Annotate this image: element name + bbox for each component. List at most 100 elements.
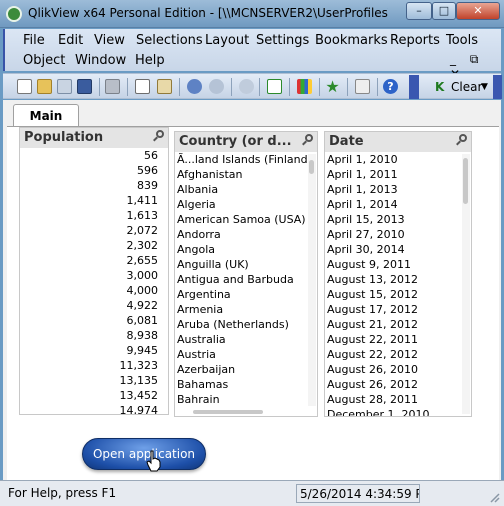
vertical-scrollbar[interactable] xyxy=(308,154,316,406)
list-item[interactable]: April 1, 2014 xyxy=(325,197,461,212)
new-document-icon[interactable] xyxy=(17,79,32,94)
minimize-button[interactable]: – xyxy=(406,2,432,20)
list-item[interactable]: 14,974 xyxy=(20,403,168,414)
list-item[interactable]: August 21, 2012 xyxy=(325,317,461,332)
list-item[interactable]: 3,000 xyxy=(20,268,168,283)
reload-icon[interactable] xyxy=(57,79,72,94)
list-item[interactable]: Angola xyxy=(175,242,307,257)
vertical-scrollbar[interactable] xyxy=(462,154,470,414)
list-item[interactable]: 1,613 xyxy=(20,208,168,223)
maximize-button[interactable]: □ xyxy=(432,2,456,20)
close-button[interactable]: ✕ xyxy=(456,2,500,20)
list-item[interactable]: August 28, 2011 xyxy=(325,392,461,407)
menu-help[interactable]: Help xyxy=(135,53,165,68)
menu-layout[interactable]: Layout xyxy=(205,33,249,48)
list-item[interactable]: Austria xyxy=(175,347,307,362)
list-item[interactable]: Anguilla (UK) xyxy=(175,257,307,272)
chevron-down-icon[interactable]: ▼ xyxy=(481,77,488,97)
list-item[interactable]: 4,922 xyxy=(20,298,168,313)
resize-grip-icon[interactable] xyxy=(488,491,500,503)
menu-settings[interactable]: Settings xyxy=(256,33,309,48)
undo-icon[interactable] xyxy=(187,79,202,94)
list-item[interactable]: April 15, 2013 xyxy=(325,212,461,227)
search-icon[interactable] xyxy=(153,130,165,142)
menu-view[interactable]: View xyxy=(94,33,125,48)
list-item[interactable]: August 17, 2012 xyxy=(325,302,461,317)
list-item[interactable]: Afghanistan xyxy=(175,167,307,182)
list-item[interactable]: December 1, 2010 xyxy=(325,407,461,416)
search-icon[interactable] xyxy=(302,134,314,146)
tab-main[interactable]: Main xyxy=(13,104,79,126)
menu-bookmarks[interactable]: Bookmarks xyxy=(315,33,388,48)
list-item[interactable]: Antigua and Barbuda xyxy=(175,272,307,287)
search-icon[interactable] xyxy=(456,134,468,146)
list-item[interactable]: Ã...land Islands (Finland) xyxy=(175,152,307,167)
print-icon[interactable] xyxy=(105,79,120,94)
save-icon[interactable] xyxy=(77,79,92,94)
menu-file[interactable]: File xyxy=(23,33,45,48)
list-item[interactable]: 9,945 xyxy=(20,343,168,358)
list-item[interactable]: Argentina xyxy=(175,287,307,302)
list-item[interactable]: 596 xyxy=(20,163,168,178)
list-item[interactable]: Bahrain xyxy=(175,392,307,407)
chart-icon[interactable] xyxy=(297,79,312,94)
scrollbar-thumb[interactable] xyxy=(193,410,263,414)
list-item[interactable]: 2,072 xyxy=(20,223,168,238)
country-listbox[interactable]: Country (or d... Ã...land Islands (Finla… xyxy=(174,131,318,417)
list-item[interactable]: April 30, 2014 xyxy=(325,242,461,257)
list-item[interactable]: 8,938 xyxy=(20,328,168,343)
menu-reports[interactable]: Reports xyxy=(390,33,440,48)
toolbar-grip-handle-right[interactable] xyxy=(493,75,502,99)
list-item[interactable]: Azerbaijan xyxy=(175,362,307,377)
list-item[interactable]: August 22, 2012 xyxy=(325,347,461,362)
redo-icon[interactable] xyxy=(209,79,224,94)
menu-selections[interactable]: Selections xyxy=(136,33,203,48)
menu-window[interactable]: Window xyxy=(75,53,126,68)
menu-object[interactable]: Object xyxy=(23,53,65,68)
list-item[interactable]: 6,081 xyxy=(20,313,168,328)
list-item[interactable]: 1,411 xyxy=(20,193,168,208)
help-icon[interactable]: ? xyxy=(383,79,398,94)
list-item[interactable]: 56 xyxy=(20,148,168,163)
list-item[interactable]: August 22, 2011 xyxy=(325,332,461,347)
search-icon[interactable] xyxy=(239,79,254,94)
list-item[interactable]: Andorra xyxy=(175,227,307,242)
list-item[interactable]: Aruba (Netherlands) xyxy=(175,317,307,332)
scrollbar-thumb[interactable] xyxy=(463,158,468,204)
list-item[interactable]: 13,135 xyxy=(20,373,168,388)
list-item[interactable]: 11,323 xyxy=(20,358,168,373)
list-item[interactable]: August 26, 2012 xyxy=(325,377,461,392)
list-item[interactable]: American Samoa (USA) xyxy=(175,212,307,227)
toolbar-grip-handle[interactable] xyxy=(409,75,419,99)
bookmark-star-icon[interactable]: ★ xyxy=(325,79,340,95)
list-item[interactable]: April 1, 2011 xyxy=(325,167,461,182)
clear-button[interactable]: K Clear ▼ xyxy=(431,77,491,97)
list-item[interactable]: 2,655 xyxy=(20,253,168,268)
list-item[interactable]: Bahamas xyxy=(175,377,307,392)
list-item[interactable]: Australia xyxy=(175,332,307,347)
list-item[interactable]: 839 xyxy=(20,178,168,193)
list-item[interactable]: April 1, 2010 xyxy=(325,152,461,167)
list-item[interactable]: Armenia xyxy=(175,302,307,317)
edit-icon[interactable] xyxy=(355,79,370,94)
open-folder-icon[interactable] xyxy=(37,79,52,94)
list-item[interactable]: August 9, 2011 xyxy=(325,257,461,272)
edit-script-icon[interactable] xyxy=(135,79,150,94)
open-application-button[interactable]: Open application xyxy=(82,438,206,470)
scrollbar-thumb[interactable] xyxy=(309,160,314,174)
list-item[interactable]: August 13, 2012 xyxy=(325,272,461,287)
menu-tools[interactable]: Tools xyxy=(446,33,478,48)
list-item[interactable]: April 1, 2013 xyxy=(325,182,461,197)
menu-edit[interactable]: Edit xyxy=(58,33,83,48)
reload-data-icon[interactable] xyxy=(157,79,172,94)
list-item[interactable]: 2,302 xyxy=(20,238,168,253)
list-item[interactable]: 13,452 xyxy=(20,388,168,403)
list-item[interactable]: 4,000 xyxy=(20,283,168,298)
select-all-icon[interactable] xyxy=(267,79,282,94)
list-item[interactable]: April 27, 2010 xyxy=(325,227,461,242)
list-item[interactable]: August 15, 2012 xyxy=(325,287,461,302)
list-item[interactable]: August 26, 2010 xyxy=(325,362,461,377)
population-listbox[interactable]: Population 56 596 839 1,411 1,613 2,072 2,302 2… xyxy=(19,127,169,415)
date-listbox[interactable]: Date April 1, 2010 April 1, 2011 April 1, … xyxy=(324,131,472,417)
horizontal-scrollbar[interactable] xyxy=(175,408,307,415)
